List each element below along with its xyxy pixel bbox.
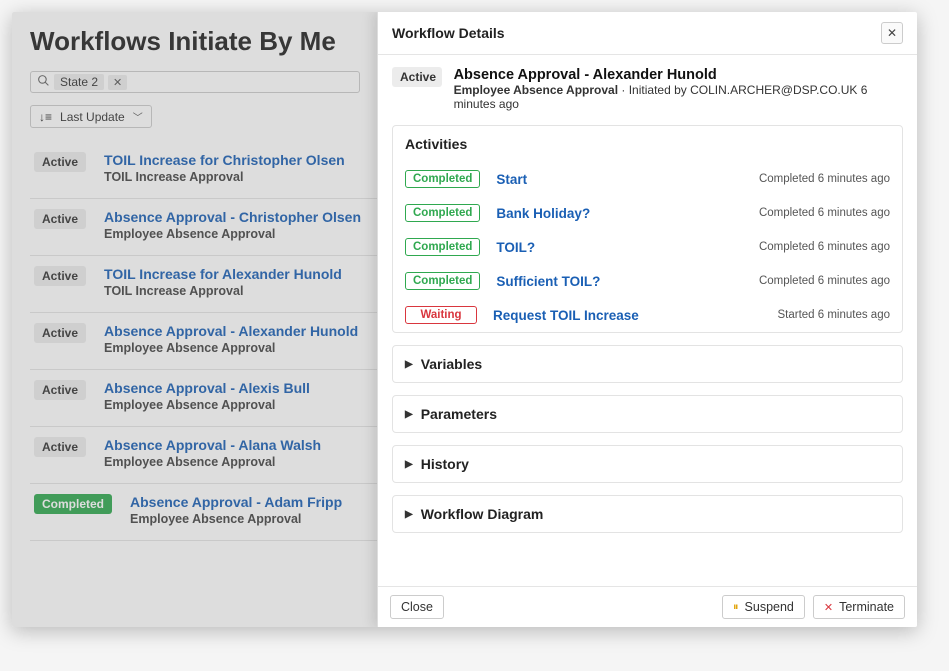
activity-status-badge: Completed bbox=[405, 170, 480, 188]
expand-icon: ▶ bbox=[405, 409, 413, 420]
status-badge: Active bbox=[392, 67, 442, 87]
drawer-header: Workflow Details ✕ bbox=[378, 12, 917, 55]
terminate-button[interactable]: ✕ Terminate bbox=[813, 595, 905, 619]
workflow-diagram-panel[interactable]: ▶ Workflow Diagram bbox=[392, 495, 903, 533]
close-button[interactable]: ✕ bbox=[881, 22, 903, 44]
activity-name-link[interactable]: Bank Holiday? bbox=[496, 206, 743, 221]
close-icon: ✕ bbox=[887, 26, 897, 40]
activity-time: Completed 6 minutes ago bbox=[759, 275, 890, 287]
suspend-label: Suspend bbox=[745, 600, 794, 614]
activities-panel: Activities Completed Start Completed 6 min… bbox=[392, 125, 903, 333]
pause-icon: ⏸ bbox=[733, 601, 739, 614]
activity-time: Completed 6 minutes ago bbox=[759, 207, 890, 219]
close-button[interactable]: Close bbox=[390, 595, 444, 619]
activity-status-badge: Completed bbox=[405, 238, 480, 256]
drawer-body: Active Absence Approval - Alexander Huno… bbox=[378, 55, 917, 586]
parameters-panel[interactable]: ▶ Parameters bbox=[392, 395, 903, 433]
drawer-title: Workflow Details bbox=[392, 25, 505, 41]
activity-time: Completed 6 minutes ago bbox=[759, 173, 890, 185]
activity-time: Started 6 minutes ago bbox=[777, 309, 890, 321]
activity-status-badge: Completed bbox=[405, 272, 480, 290]
history-heading: History bbox=[421, 456, 469, 472]
expand-icon: ▶ bbox=[405, 359, 413, 370]
activity-row: Completed TOIL? Completed 6 minutes ago bbox=[393, 230, 902, 264]
activity-row: Completed Start Completed 6 minutes ago bbox=[393, 162, 902, 196]
activity-name-link[interactable]: Sufficient TOIL? bbox=[496, 274, 743, 289]
activity-row: Completed Sufficient TOIL? Completed 6 min… bbox=[393, 264, 902, 298]
activity-name-link[interactable]: Start bbox=[496, 172, 743, 187]
activity-row: Completed Bank Holiday? Completed 6 minute… bbox=[393, 196, 902, 230]
activity-name-link[interactable]: Request TOIL Increase bbox=[493, 308, 761, 323]
activity-row: Waiting Request TOIL Increase Started 6 mi… bbox=[393, 298, 902, 332]
expand-icon: ▶ bbox=[405, 509, 413, 520]
activity-status-badge: Completed bbox=[405, 204, 480, 222]
detail-title: Absence Approval - Alexander Hunold bbox=[454, 67, 903, 83]
workflow-details-drawer: Workflow Details ✕ Active Absence Approv… bbox=[377, 12, 917, 627]
activity-status-badge: Waiting bbox=[405, 306, 477, 324]
variables-heading: Variables bbox=[421, 356, 483, 372]
terminate-label: Terminate bbox=[839, 600, 894, 614]
diagram-heading: Workflow Diagram bbox=[421, 506, 544, 522]
drawer-summary: Active Absence Approval - Alexander Huno… bbox=[392, 67, 903, 111]
history-panel[interactable]: ▶ History bbox=[392, 445, 903, 483]
suspend-button[interactable]: ⏸ Suspend bbox=[722, 595, 805, 619]
terminate-icon: ✕ bbox=[824, 601, 833, 614]
detail-subtitle-type: Employee Absence Approval bbox=[454, 83, 619, 97]
parameters-heading: Parameters bbox=[421, 406, 497, 422]
drawer-footer: Close ⏸ Suspend ✕ Terminate bbox=[378, 586, 917, 627]
variables-panel[interactable]: ▶ Variables bbox=[392, 345, 903, 383]
expand-icon: ▶ bbox=[405, 459, 413, 470]
activity-time: Completed 6 minutes ago bbox=[759, 241, 890, 253]
activity-name-link[interactable]: TOIL? bbox=[496, 240, 743, 255]
detail-subtitle: Employee Absence Approval · Initiated by… bbox=[454, 83, 903, 111]
activities-heading: Activities bbox=[393, 126, 902, 162]
